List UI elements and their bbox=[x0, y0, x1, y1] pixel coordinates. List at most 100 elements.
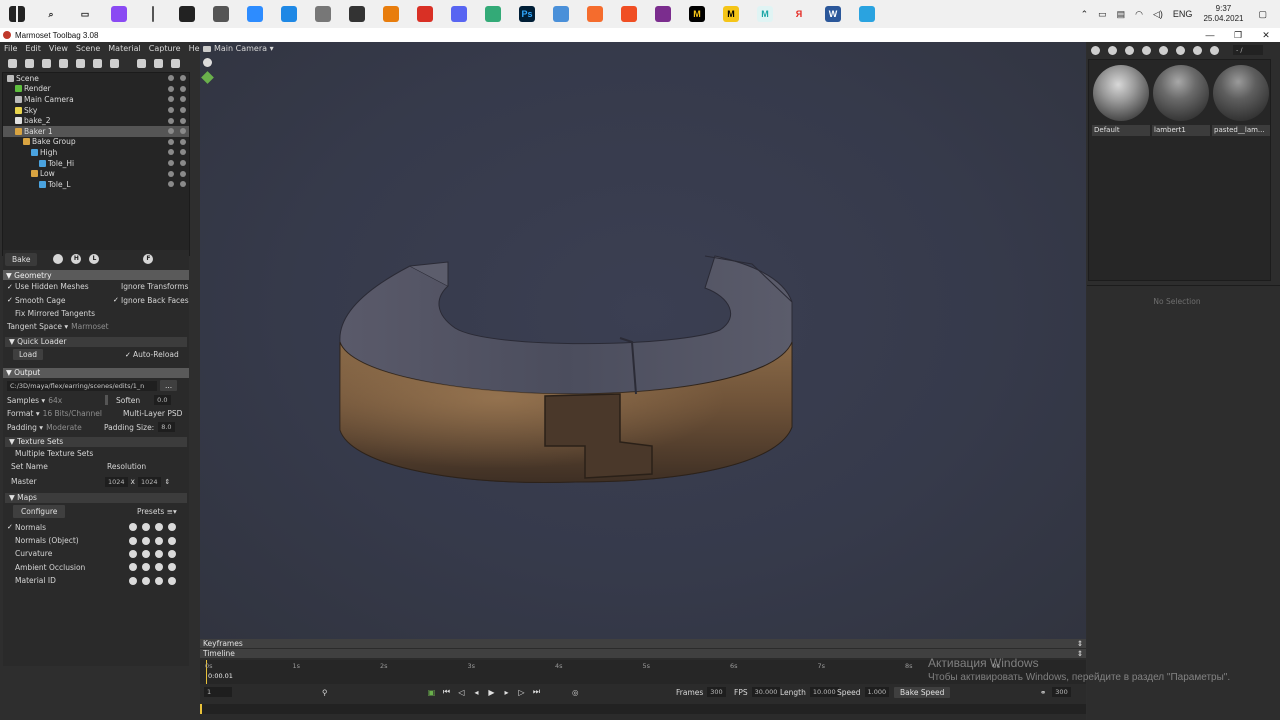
key-icon[interactable]: ⚲ bbox=[322, 688, 328, 697]
chevron-up-icon[interactable]: ⌃ bbox=[1081, 9, 1089, 20]
padding-value[interactable]: Moderate bbox=[46, 423, 82, 432]
tangent-space-row[interactable]: Tangent Space ▾ Marmoset bbox=[3, 320, 189, 333]
menu-file[interactable]: File bbox=[0, 44, 21, 53]
format-label[interactable]: Format ▾ bbox=[7, 409, 40, 418]
eyedropper-icon[interactable] bbox=[142, 563, 150, 572]
task-view-icon[interactable]: ▭ bbox=[68, 0, 102, 28]
smooth-cage-row[interactable]: ✓ Smooth Cage ✓ Ignore Back Faces bbox=[3, 293, 189, 306]
tree-item-tole-hi[interactable]: Tole_Hi bbox=[3, 158, 189, 169]
bake-speed-control[interactable]: Bake Speed bbox=[894, 686, 951, 698]
discord-icon[interactable] bbox=[442, 0, 476, 28]
menu-material[interactable]: Material bbox=[104, 44, 145, 53]
zoom-icon[interactable] bbox=[238, 0, 272, 28]
show-high-button[interactable]: H bbox=[71, 254, 82, 264]
map-row-curvature[interactable]: Curvature bbox=[3, 547, 189, 560]
menu-edit[interactable]: Edit bbox=[21, 44, 45, 53]
length-field[interactable]: 10.000 bbox=[809, 687, 839, 697]
tree-item-baker-1[interactable]: Baker 1 bbox=[3, 125, 189, 137]
first-frame-icon[interactable]: ⏮ bbox=[442, 687, 451, 697]
chrome-icon[interactable] bbox=[408, 0, 442, 28]
bake-button[interactable]: Bake bbox=[5, 252, 38, 266]
add-material-icon[interactable] bbox=[1091, 45, 1100, 55]
end-frame-field[interactable]: 300 bbox=[1052, 687, 1071, 697]
padding-size-field[interactable]: 8.0 bbox=[158, 422, 175, 433]
origin-icon[interactable] bbox=[578, 0, 612, 28]
map-row-ambient-occlusion[interactable]: Ambient Occlusion bbox=[3, 561, 189, 574]
auto-reload-checkbox[interactable]: ✓ Auto-Reload bbox=[125, 350, 179, 359]
battery-icon[interactable]: ▭ bbox=[1098, 9, 1107, 20]
link-icon[interactable]: ⚭ bbox=[1040, 688, 1046, 697]
tree-item-tole-l[interactable]: Tole_L bbox=[3, 179, 189, 190]
lock-icon[interactable] bbox=[168, 170, 174, 177]
search-icon[interactable] bbox=[155, 523, 163, 532]
configure-button[interactable]: Configure bbox=[13, 505, 66, 519]
menu-capture[interactable]: Capture bbox=[145, 44, 185, 53]
folder-icon[interactable] bbox=[137, 58, 146, 68]
use-hidden-meshes-row[interactable]: ✓ Use Hidden Meshes Ignore Transforms bbox=[3, 280, 189, 293]
lock-icon[interactable] bbox=[168, 85, 174, 92]
minimize-button[interactable]: — bbox=[1196, 30, 1224, 41]
windows-start-icon[interactable] bbox=[0, 0, 34, 28]
save-icon[interactable] bbox=[1176, 45, 1185, 55]
steelseries-icon[interactable] bbox=[612, 0, 646, 28]
eyedropper-icon[interactable] bbox=[142, 549, 150, 558]
lock-icon[interactable] bbox=[168, 160, 174, 167]
output-icon[interactable] bbox=[168, 549, 176, 558]
frames-field[interactable]: 300 bbox=[707, 687, 726, 697]
delete-icon[interactable] bbox=[171, 58, 180, 68]
restore-button[interactable]: ❐ bbox=[1224, 30, 1252, 41]
eye-icon[interactable] bbox=[180, 96, 186, 103]
network-app-icon[interactable] bbox=[272, 0, 306, 28]
samples-label[interactable]: Samples ▾ bbox=[7, 396, 45, 405]
load-button[interactable]: Load bbox=[13, 349, 43, 361]
bake-speed-button[interactable]: Bake Speed bbox=[894, 686, 951, 698]
viewport[interactable]: Main Camera ▾ bbox=[200, 42, 1086, 639]
loop-icon[interactable]: ▣ bbox=[427, 688, 436, 697]
format-value[interactable]: 16 Bits/Channel bbox=[43, 409, 102, 418]
menu-view[interactable]: View bbox=[45, 44, 72, 53]
texture-sets-header[interactable]: ▼ Texture Sets bbox=[5, 436, 187, 447]
maya-m-icon[interactable]: M bbox=[714, 0, 748, 28]
play-icon[interactable]: ▶ bbox=[487, 688, 496, 697]
output-path-field[interactable]: C:/3D/maya/flex/earring/scenes/edits/1_n bbox=[7, 380, 157, 391]
zbrush-alt-icon[interactable] bbox=[306, 0, 340, 28]
maya-icon[interactable]: M bbox=[748, 0, 782, 28]
tangent-space-label[interactable]: Tangent Space ▾ bbox=[7, 322, 68, 331]
maps-header[interactable]: ▼ Maps bbox=[5, 492, 187, 503]
gear-icon[interactable] bbox=[129, 549, 137, 558]
telegram-icon[interactable] bbox=[850, 0, 884, 28]
gear-icon[interactable] bbox=[129, 536, 137, 545]
map-row-material-id[interactable]: Material ID bbox=[3, 574, 189, 587]
eye-icon[interactable] bbox=[180, 149, 186, 156]
lock-icon[interactable] bbox=[168, 138, 174, 145]
baker-icon[interactable] bbox=[93, 58, 102, 68]
browse-button[interactable]: ... bbox=[160, 380, 178, 392]
lock-icon[interactable] bbox=[168, 181, 174, 188]
output-icon[interactable] bbox=[168, 536, 176, 545]
search-icon[interactable] bbox=[155, 576, 163, 585]
assign-icon[interactable] bbox=[1193, 45, 1202, 55]
zbrush-icon[interactable] bbox=[204, 0, 238, 28]
material-lambert1[interactable]: lambert1 bbox=[1152, 65, 1210, 136]
lock-icon[interactable] bbox=[168, 107, 174, 114]
marmoset-icon[interactable] bbox=[340, 0, 374, 28]
yandex-icon[interactable]: Я bbox=[782, 0, 816, 28]
gear-icon[interactable] bbox=[129, 576, 137, 585]
material-pasted-lambert[interactable]: pasted__lam... bbox=[1212, 65, 1270, 136]
fps-field[interactable]: 30.000 bbox=[751, 687, 781, 697]
eye-icon[interactable] bbox=[180, 138, 186, 145]
search-icon[interactable] bbox=[155, 536, 163, 545]
ignore-back-faces-checkbox[interactable]: ✓ Ignore Back Faces bbox=[113, 296, 189, 305]
lock-icon[interactable] bbox=[168, 75, 174, 82]
fog-icon[interactable] bbox=[76, 58, 85, 68]
multiple-texture-sets-checkbox[interactable]: Multiple Texture Sets bbox=[3, 447, 189, 460]
soften-slider-icon[interactable] bbox=[105, 395, 108, 406]
tree-item-render[interactable]: Render bbox=[3, 84, 189, 95]
samples-value[interactable]: 64x bbox=[48, 396, 62, 405]
keyframes-header[interactable]: Keyframes ⇕ bbox=[200, 639, 1086, 648]
light-icon[interactable] bbox=[25, 58, 34, 68]
set-name-master[interactable]: Master bbox=[11, 477, 37, 486]
geometry-header[interactable]: ▼ Geometry bbox=[3, 270, 189, 280]
search-icon[interactable] bbox=[155, 549, 163, 558]
timeline-scrubber[interactable] bbox=[200, 704, 1086, 714]
